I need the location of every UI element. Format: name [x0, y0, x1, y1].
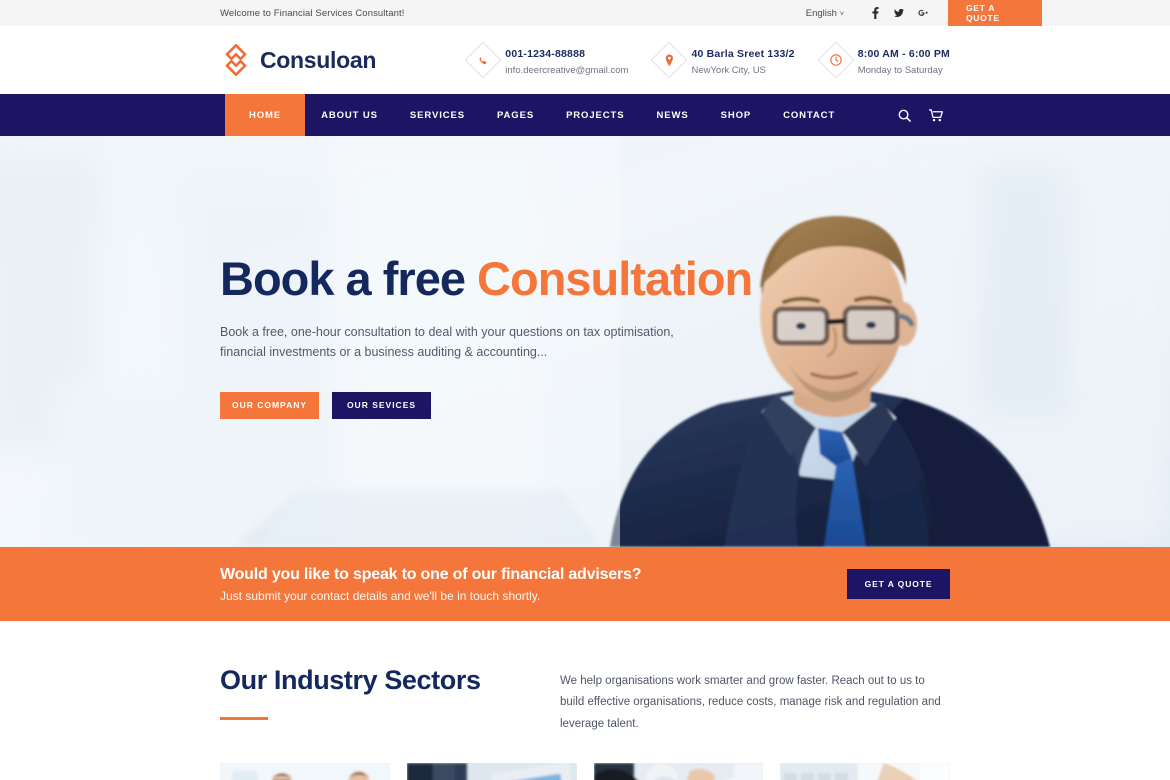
our-services-button[interactable]: OUR SEVICES — [332, 391, 431, 419]
hero-title-main: Book a free — [220, 252, 478, 306]
hero-title: Book a free Consultation — [220, 254, 950, 303]
language-label: English — [805, 7, 837, 19]
cta-title: Would you like to speak to one of our fi… — [220, 565, 642, 583]
industry-sectors-section: Our Industry Sectors We help organisatio… — [0, 621, 1170, 780]
twitter-icon[interactable] — [894, 7, 904, 19]
sector-card-2[interactable] — [406, 762, 577, 780]
main-navigation: HOME ABOUT US SERVICES PAGES PROJECTS NE… — [0, 94, 1170, 136]
hero-subtitle: Book a free, one-hour consultation to de… — [220, 324, 674, 359]
hero-section: Book a free Consultation Book a free, on… — [0, 136, 1170, 547]
sector-card-3[interactable] — [593, 762, 764, 780]
cta-subtitle: Just submit your contact details and we'… — [220, 588, 541, 603]
header-contacts: 001-1234-88888 info.deercreative@gmail.c… — [464, 41, 950, 79]
nav-item-pages[interactable]: PAGES — [481, 94, 550, 136]
consuloan-diamond-logo-icon — [220, 43, 252, 77]
our-company-button[interactable]: OUR COMPANY — [220, 391, 319, 419]
welcome-message: Welcome to Financial Services Consultant… — [220, 7, 405, 19]
contact-address: 40 Barla Sreet 133/2 NewYork City, US — [651, 41, 795, 79]
nav-item-contact[interactable]: CONTACT — [767, 94, 851, 136]
nav-item-home[interactable]: HOME — [225, 94, 306, 136]
sector-card-1[interactable] — [220, 762, 390, 780]
contact-phone-sub: info.deercreative@gmail.com — [505, 65, 629, 77]
contact-phone-title: 001-1234-88888 — [505, 47, 586, 60]
facebook-icon[interactable] — [870, 7, 880, 19]
google-plus-icon[interactable] — [918, 7, 928, 19]
page-title: Our Industry Sectors — [220, 665, 481, 695]
nav-item-shop[interactable]: SHOP — [705, 94, 768, 136]
logo[interactable]: Consuloan — [220, 43, 377, 77]
contact-hours-title: 8:00 AM - 6:00 PM — [857, 47, 950, 60]
nav-item-projects[interactable]: PROJECTS — [550, 94, 640, 136]
sectors-description: We help organisations work smarter and g… — [560, 675, 941, 730]
sector-cards — [220, 762, 950, 780]
contact-hours-sub: Monday to Saturday — [857, 65, 943, 77]
site-header: Consuloan 001-1234-88888 info.deercreati… — [0, 26, 1170, 94]
nav-item-services[interactable]: SERVICES — [394, 94, 481, 136]
cart-icon[interactable] — [929, 108, 943, 122]
clock-icon — [817, 41, 855, 79]
contact-address-sub: NewYork City, US — [691, 65, 766, 77]
social-links — [870, 7, 928, 19]
title-underline — [220, 717, 268, 720]
language-selector[interactable]: English ˅ — [806, 8, 844, 19]
chevron-down-icon: ˅ — [839, 10, 844, 18]
sector-card-4[interactable] — [780, 762, 950, 780]
top-bar: Welcome to Financial Services Consultant… — [0, 0, 1170, 26]
contact-address-title: 40 Barla Sreet 133/2 — [691, 47, 795, 60]
page-root: Welcome to Financial Services Consultant… — [0, 0, 1170, 780]
search-icon[interactable] — [898, 109, 911, 122]
logo-text: Consuloan — [260, 46, 377, 73]
contact-phone: 001-1234-88888 info.deercreative@gmail.c… — [464, 41, 629, 79]
hero-buttons: OUR COMPANY OUR SEVICES — [220, 391, 950, 419]
map-pin-icon — [651, 41, 688, 79]
get-a-quote-topbar-button[interactable]: GET A QUOTE — [948, 0, 1042, 26]
nav-item-news[interactable]: NEWS — [640, 94, 704, 136]
phone-icon — [464, 41, 502, 79]
nav-item-about-us[interactable]: ABOUT US — [305, 94, 394, 136]
get-a-quote-cta-button[interactable]: GET A QUOTE — [847, 569, 950, 599]
cta-band: Would you like to speak to one of our fi… — [0, 547, 1170, 621]
contact-hours: 8:00 AM - 6:00 PM Monday to Saturday — [817, 41, 950, 79]
hero-title-accent: Consultation — [477, 252, 753, 306]
